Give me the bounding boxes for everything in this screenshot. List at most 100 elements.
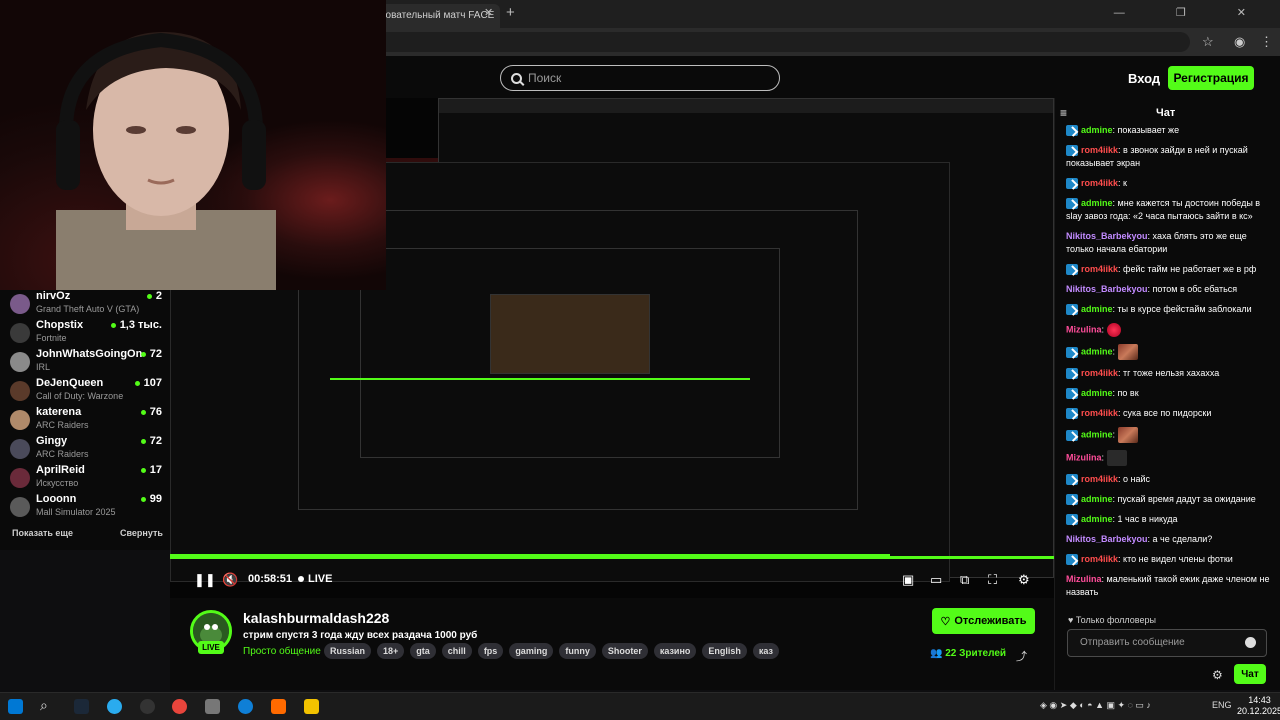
chat-colon: :: [1101, 324, 1107, 335]
share-icon[interactable]: ⤴: [1016, 648, 1027, 664]
channel-game: Fortnite: [36, 333, 67, 343]
chat-username[interactable]: admine: [1081, 198, 1113, 208]
omnibox[interactable]: [370, 32, 1190, 52]
collapse-button[interactable]: Свернуть: [120, 528, 163, 538]
chat-username[interactable]: admine: [1081, 125, 1113, 135]
stream-tag[interactable]: English: [702, 643, 747, 659]
viewers-label: Зрителей: [959, 648, 1007, 659]
channel-viewers: 99: [141, 493, 162, 505]
chat-username[interactable]: admine: [1081, 346, 1113, 356]
player-controls: ❚❚ 🔇 00:58:51 LIVE ▣ ▭ ⧉ ⛶ ⚙: [170, 566, 1054, 594]
browser-tab[interactable]: новательный матч FACE: [372, 4, 500, 28]
stream-tag[interactable]: 18+: [377, 643, 405, 659]
chat-message: rom4iikk: сука все по пидорски: [1066, 407, 1270, 420]
show-more-button[interactable]: Показать еще: [12, 528, 73, 538]
chrome-icon[interactable]: [172, 699, 187, 714]
chat-username[interactable]: Mizulina: [1066, 452, 1102, 462]
file-explorer-icon[interactable]: [205, 699, 220, 714]
chat-username[interactable]: Nikitos_Barbekyou: [1066, 534, 1148, 544]
obs-icon[interactable]: [140, 699, 155, 714]
emoji-icon[interactable]: [1245, 637, 1256, 648]
chat-username[interactable]: admine: [1081, 388, 1113, 398]
chat-text: 1 час в никуда: [1117, 514, 1178, 524]
chat-username[interactable]: rom4iikk: [1081, 264, 1118, 274]
channel-game: Grand Theft Auto V (GTA): [36, 304, 140, 314]
stream-tag[interactable]: каз: [752, 643, 780, 659]
collapse-chat-icon[interactable]: ≡: [1060, 106, 1067, 120]
stream-category[interactable]: Просто общение: [243, 646, 321, 657]
chat-text: к: [1123, 178, 1127, 188]
menu-dots-icon[interactable]: ⋮: [1260, 34, 1273, 50]
chat-username[interactable]: rom4iikk: [1081, 368, 1118, 378]
chat-username[interactable]: rom4iikk: [1081, 408, 1118, 418]
emote-icon: [1106, 323, 1121, 337]
stream-tag[interactable]: Shooter: [601, 643, 648, 659]
chat-text: показывает же: [1117, 125, 1180, 135]
edge-icon[interactable]: [238, 699, 253, 714]
chat-username[interactable]: Mizulina: [1066, 574, 1102, 584]
profile-icon[interactable]: ◉: [1234, 34, 1245, 50]
sidebar-channel-7[interactable]: Looonn Mall Simulator 2025 99: [10, 493, 162, 529]
nested-progress-2: [330, 378, 750, 380]
follow-button[interactable]: ♡ Отслеживать: [932, 608, 1035, 634]
search-input[interactable]: Поиск: [500, 65, 780, 91]
verified-badge-icon: [1066, 304, 1078, 316]
chat-message: admine: показывает же: [1066, 124, 1270, 137]
login-button[interactable]: Вход: [1128, 71, 1160, 86]
chat-username[interactable]: Nikitos_Barbekyou: [1066, 231, 1148, 241]
stream-tag[interactable]: chill: [441, 643, 472, 659]
faceit-icon[interactable]: [271, 699, 286, 714]
chat-send-button[interactable]: Чат: [1234, 664, 1266, 684]
tray-icons[interactable]: ◈ ◉ ➤ ◆ ◐ ◓ ▲ ▣ ✦ ◌ ▭ ♪: [1040, 700, 1151, 711]
taskbar-clock[interactable]: 14:43 20.12.2025: [1237, 695, 1280, 717]
chat-text: сука все по пидорски: [1123, 408, 1212, 418]
stream-tag[interactable]: казино: [653, 643, 697, 659]
chat-username[interactable]: rom4iikk: [1081, 145, 1118, 155]
stream-tag[interactable]: fps: [477, 643, 504, 659]
search-taskbar-icon[interactable]: ⌕: [40, 697, 48, 714]
chat-colon: :: [1112, 346, 1118, 357]
stream-tag[interactable]: funny: [559, 643, 596, 659]
channel-game: Искусство: [36, 478, 79, 488]
fullscreen-icon[interactable]: ⛶: [988, 572, 997, 588]
new-tab-icon[interactable]: +: [506, 4, 515, 21]
chat-username[interactable]: Nikitos_Barbekyou: [1066, 284, 1148, 294]
register-button[interactable]: Регистрация: [1168, 66, 1254, 90]
window-controls[interactable]: — ❐ ✕: [1114, 6, 1270, 19]
heart-icon: ♡: [940, 615, 951, 628]
chat-text: потом в обс ебаться: [1152, 284, 1238, 294]
bookmark-star-icon[interactable]: ☆: [1202, 34, 1214, 50]
verified-badge-icon: [1066, 554, 1078, 566]
chat-username[interactable]: rom4iikk: [1081, 474, 1118, 484]
streamer-name[interactable]: kalashburmaldash228: [243, 610, 389, 626]
stream-tag[interactable]: Russian: [324, 643, 372, 659]
chat-message: admine:: [1066, 344, 1270, 360]
language-indicator[interactable]: ENG: [1212, 700, 1232, 710]
telegram-icon[interactable]: [107, 699, 122, 714]
pause-icon[interactable]: ❚❚: [194, 572, 216, 588]
chat-username[interactable]: admine: [1081, 429, 1113, 439]
chat-input[interactable]: Отправить сообщение: [1067, 629, 1267, 657]
tab-close-icon[interactable]: ✕: [484, 6, 493, 19]
stream-tag[interactable]: gta: [410, 643, 436, 659]
chat-username[interactable]: admine: [1081, 304, 1113, 314]
chat-message: admine: пускай время дадут за ожидание: [1066, 493, 1270, 506]
chat-username[interactable]: Mizulina: [1066, 324, 1102, 334]
settings-gear-icon[interactable]: ⚙: [1018, 572, 1030, 588]
pip-icon[interactable]: ▣: [902, 572, 914, 588]
stream-tag[interactable]: gaming: [509, 643, 554, 659]
chat-username[interactable]: admine: [1081, 514, 1113, 524]
chat-settings-icon[interactable]: ⚙: [1212, 668, 1223, 682]
start-icon[interactable]: [8, 699, 23, 714]
chat-username[interactable]: admine: [1081, 494, 1113, 504]
verified-badge-icon: [1066, 125, 1078, 137]
mute-icon[interactable]: 🔇: [222, 572, 238, 588]
chat-username[interactable]: rom4iikk: [1081, 554, 1118, 564]
steam-icon[interactable]: [74, 699, 89, 714]
cast-icon[interactable]: ⧉: [960, 572, 969, 588]
video-progress-bar[interactable]: [170, 556, 1054, 559]
chat-username[interactable]: rom4iikk: [1081, 178, 1118, 188]
theater-icon[interactable]: ▭: [930, 572, 942, 588]
app-icon[interactable]: [304, 699, 319, 714]
stream-time: 00:58:51: [248, 573, 293, 585]
